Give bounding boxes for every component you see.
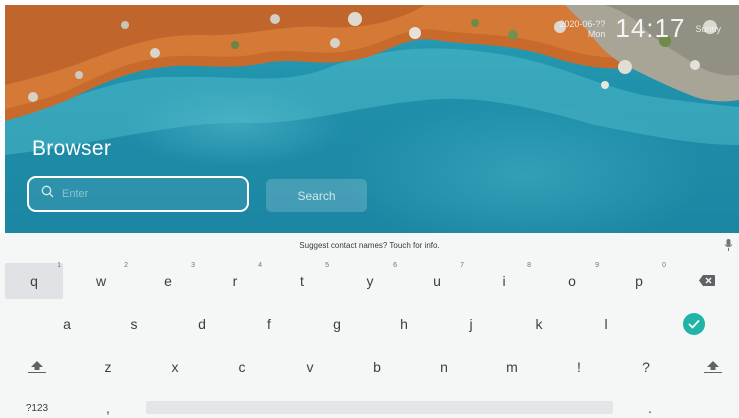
key-s[interactable]: s: [105, 306, 163, 342]
keyboard-row-1: q 1 w 2 e 3 r 4 t 5 y 6 u 7 i 8 o 9 p 0: [0, 262, 739, 299]
key-label: h: [400, 316, 408, 332]
search-field[interactable]: [27, 176, 249, 212]
key-label: r: [232, 273, 238, 289]
key-label: w: [95, 273, 107, 289]
key-label: m: [506, 359, 518, 375]
key-label: t: [300, 273, 304, 289]
key-hint: 4: [258, 262, 262, 269]
key-x[interactable]: x: [146, 349, 204, 385]
clock-time: 14:17: [615, 13, 686, 43]
suggestion-strip[interactable]: Suggest contact names? Touch for info.: [0, 233, 739, 257]
key-f[interactable]: f: [240, 306, 298, 342]
key-label: k: [535, 316, 543, 332]
key-label: n: [440, 359, 448, 375]
key-l[interactable]: l: [577, 306, 635, 342]
key-hint: 7: [460, 262, 464, 269]
key-label: ,: [106, 400, 110, 416]
page-title: Browser: [32, 137, 112, 160]
key-label: .: [648, 400, 652, 416]
key-period[interactable]: .: [621, 398, 679, 418]
backspace-icon: [699, 273, 715, 289]
key-e[interactable]: e 3: [139, 262, 197, 299]
key-label: l: [604, 316, 608, 332]
shift-key-right[interactable]: [687, 349, 739, 385]
search-icon: [41, 185, 54, 203]
key-label: b: [373, 359, 381, 375]
key-u[interactable]: u 7: [408, 262, 466, 299]
key-w[interactable]: w 2: [72, 262, 130, 299]
key-label: o: [568, 273, 576, 289]
key-a[interactable]: a: [38, 306, 96, 342]
weather-text: Sunny: [695, 23, 721, 34]
key-hint: 5: [325, 262, 329, 269]
key-label: y: [366, 273, 374, 289]
key-label: q: [30, 273, 38, 289]
key-z[interactable]: z: [79, 349, 137, 385]
key-label: z: [104, 359, 112, 375]
key-label: e: [164, 273, 172, 289]
space-bar[interactable]: [146, 401, 613, 414]
key-i[interactable]: i 8: [475, 262, 533, 299]
key-hint: 9: [595, 262, 599, 269]
key-label: d: [198, 316, 206, 332]
key-label: s: [130, 316, 138, 332]
key-label: ?123: [25, 402, 49, 414]
key-d[interactable]: d: [173, 306, 231, 342]
key-hint: 8: [527, 262, 531, 269]
search-button[interactable]: Search: [266, 179, 367, 212]
keyboard-row-2: a s d f g h j k l: [0, 306, 739, 342]
key-m[interactable]: m: [483, 349, 541, 385]
date-text: 2020-06-??: [559, 18, 606, 29]
key-label: a: [63, 316, 71, 332]
key-label: x: [171, 359, 179, 375]
key-label: g: [333, 316, 341, 332]
key-label: j: [469, 316, 473, 332]
key-label: p: [635, 273, 643, 289]
weekday-text: Mon: [587, 28, 606, 39]
key-label: ?: [642, 359, 650, 375]
key-r[interactable]: r 4: [206, 262, 264, 299]
key-p[interactable]: p 0: [610, 262, 668, 299]
key-hint: 1: [57, 262, 61, 269]
key-o[interactable]: o 9: [543, 262, 601, 299]
search-input[interactable]: [60, 187, 234, 201]
key-n[interactable]: n: [415, 349, 473, 385]
key-v[interactable]: v: [281, 349, 339, 385]
status-date: 2020-06-?? Mon: [559, 19, 605, 39]
key-label: i: [502, 273, 506, 289]
keyboard-row-3: z x c v b n m ! ?: [0, 349, 739, 385]
key-k[interactable]: k: [510, 306, 568, 342]
key-hint: 2: [124, 262, 128, 269]
key-label: !: [577, 359, 581, 375]
key-label: u: [433, 273, 441, 289]
key-label: f: [267, 316, 271, 332]
key-question[interactable]: ?: [617, 349, 675, 385]
enter-key[interactable]: [665, 306, 723, 342]
status-cluster: 2020-06-?? Mon 14:17 Sunny: [559, 13, 721, 44]
shift-arrow-icon: [704, 361, 722, 373]
backspace-key[interactable]: [680, 263, 734, 299]
key-c[interactable]: c: [213, 349, 271, 385]
key-hint: 6: [393, 262, 397, 269]
key-exclamation[interactable]: !: [550, 349, 608, 385]
key-y[interactable]: y 6: [341, 262, 399, 299]
key-t[interactable]: t 5: [273, 262, 331, 299]
key-hint: 0: [662, 262, 666, 269]
microphone-icon[interactable]: [724, 238, 733, 252]
suggestion-text[interactable]: Suggest contact names? Touch for info.: [299, 241, 439, 250]
key-comma[interactable]: ,: [79, 398, 137, 418]
shift-arrow-icon: [28, 361, 46, 373]
key-label: v: [306, 359, 314, 375]
key-j[interactable]: j: [442, 306, 500, 342]
key-hint: 3: [191, 262, 195, 269]
key-label: c: [238, 359, 246, 375]
check-enter-icon: [683, 313, 705, 335]
key-g[interactable]: g: [308, 306, 366, 342]
symbols-key[interactable]: ?123: [8, 398, 66, 418]
key-b[interactable]: b: [348, 349, 406, 385]
shift-key-left[interactable]: [8, 349, 66, 385]
key-h[interactable]: h: [375, 306, 433, 342]
key-q[interactable]: q 1: [5, 262, 63, 299]
